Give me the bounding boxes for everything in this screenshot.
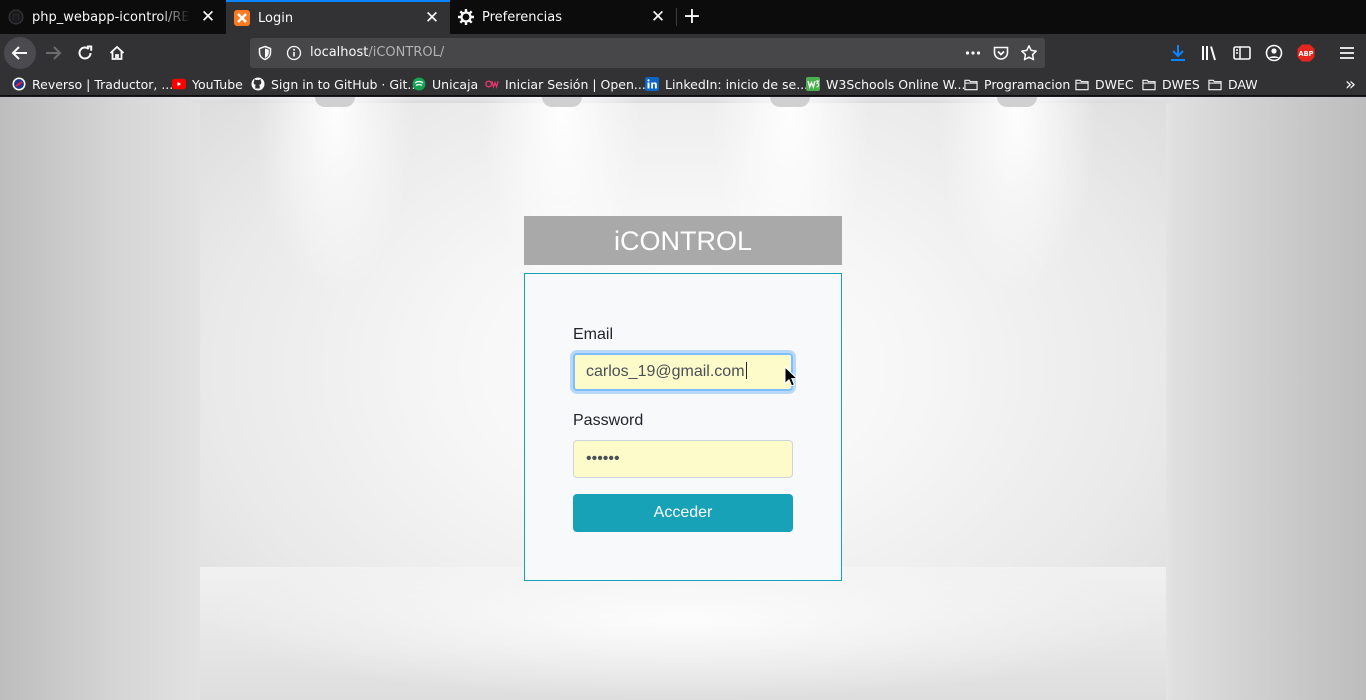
background-floor [200, 567, 1166, 700]
tab-title: php_webapp-icontrol/README.md [32, 9, 190, 25]
close-icon[interactable]: ✕ [422, 8, 442, 28]
arrow-left-icon [11, 46, 27, 60]
bookmark-linkedin[interactable]: LinkedIn: inicio de se... [645, 75, 808, 93]
email-label: Email [573, 326, 614, 343]
youtube-icon [172, 77, 186, 91]
spotlight-decoration [255, 97, 415, 297]
tab-readme[interactable]: php_webapp-icontrol/README.md ✕ [0, 0, 226, 34]
bookmark-label: Programacion [984, 76, 1071, 92]
bookmark-unicaja[interactable]: Unicaja [412, 75, 478, 93]
shield-icon[interactable] [257, 45, 273, 61]
bookmarks-toolbar: Reverso | Traductor, ... YouTube Sign in… [0, 72, 1366, 96]
bookmark-youtube[interactable]: YouTube [172, 75, 243, 93]
bookmark-folder-programacion[interactable]: Programacion [964, 75, 1070, 93]
folder-icon [1142, 77, 1156, 91]
home-button[interactable] [102, 38, 132, 68]
bookmark-label: DWEC [1095, 76, 1134, 92]
openwebinars-icon [485, 77, 499, 91]
tab-preferencias[interactable]: Preferencias ✕ [450, 0, 676, 34]
unicaja-icon [412, 77, 426, 91]
reload-button[interactable] [70, 38, 100, 68]
xampp-icon [234, 10, 250, 26]
url-path: /iCONTROL/ [368, 45, 445, 60]
bookmark-label: DAW [1228, 76, 1258, 92]
spotlight-decoration [937, 97, 1097, 297]
tab-separator [676, 8, 677, 26]
password-label: Password [573, 412, 644, 429]
tab-login[interactable]: Login ✕ [226, 0, 450, 34]
reverso-icon [12, 77, 26, 91]
bookmark-label: Iniciar Sesión | Open... [505, 76, 646, 92]
more-actions-icon[interactable] [964, 44, 982, 62]
bookmark-label: W3Schools Online W... [826, 76, 966, 92]
text-caret [745, 362, 747, 379]
github-icon [8, 9, 24, 25]
folder-icon [964, 77, 978, 91]
w3schools-icon [806, 77, 820, 91]
sidebar-icon[interactable] [1232, 43, 1252, 63]
home-icon [109, 45, 125, 60]
github-icon [251, 77, 265, 91]
bookmark-label: LinkedIn: inicio de se... [665, 76, 809, 92]
url-host: localhost [310, 45, 369, 60]
mouse-pointer-icon [784, 366, 798, 387]
account-icon[interactable] [1264, 43, 1284, 63]
reload-icon [78, 45, 93, 60]
navigation-toolbar: localhost/iCONTROL/ ABP [0, 34, 1366, 72]
new-tab-button[interactable]: + [678, 3, 706, 31]
star-icon[interactable] [1020, 44, 1038, 62]
menu-icon[interactable] [1337, 43, 1357, 63]
spotlight-decoration [710, 97, 870, 297]
tab-title: Preferencias [482, 9, 563, 25]
bookmark-github[interactable]: Sign in to GitHub · Git... [251, 75, 419, 93]
forward-button[interactable] [38, 38, 68, 68]
chevron-more-icon[interactable]: » [1345, 74, 1356, 95]
app-title: iCONTROL [524, 216, 842, 265]
email-field[interactable]: carlos_19@gmail.com [573, 353, 793, 391]
back-button[interactable] [4, 37, 36, 69]
folder-icon [1075, 77, 1089, 91]
url-text[interactable]: localhost/iCONTROL/ [310, 45, 444, 60]
close-icon[interactable]: ✕ [648, 7, 668, 27]
tab-strip: php_webapp-icontrol/README.md ✕ Login ✕ … [0, 0, 1366, 34]
bookmark-folder-dwec[interactable]: DWEC [1075, 75, 1134, 93]
bookmark-reverso[interactable]: Reverso | Traductor, ... [12, 75, 173, 93]
info-icon[interactable] [286, 45, 302, 61]
bookmark-label: YouTube [192, 76, 243, 92]
password-value: •••••• [586, 450, 620, 467]
email-value: carlos_19@gmail.com [586, 363, 745, 380]
linkedin-icon [645, 77, 659, 91]
gear-icon [458, 9, 474, 25]
folder-icon [1208, 77, 1222, 91]
bookmark-label: Unicaja [432, 76, 479, 92]
login-form: Email carlos_19@gmail.com Password •••••… [524, 273, 842, 581]
page-viewport: iCONTROL Email carlos_19@gmail.com Passw… [0, 97, 1366, 700]
download-icon[interactable] [1168, 43, 1188, 63]
adblock-plus-icon[interactable]: ABP [1296, 43, 1316, 63]
spotlight-decoration [482, 97, 642, 297]
tab-title: Login [258, 10, 294, 26]
close-icon[interactable]: ✕ [198, 7, 218, 27]
bookmark-label: DWES [1162, 76, 1200, 92]
submit-button[interactable]: Acceder [573, 494, 793, 532]
password-field[interactable]: •••••• [573, 440, 793, 478]
url-bar[interactable]: localhost/iCONTROL/ [250, 38, 1045, 68]
bookmark-w3schools[interactable]: W3Schools Online W... [806, 75, 965, 93]
bookmark-folder-daw[interactable]: DAW [1208, 75, 1258, 93]
bookmark-folder-dwes[interactable]: DWES [1142, 75, 1200, 93]
bookmark-label: Sign in to GitHub · Git... [271, 76, 420, 92]
library-icon[interactable] [1200, 43, 1220, 63]
arrow-right-icon [46, 46, 62, 60]
pocket-icon[interactable] [992, 44, 1010, 62]
bookmark-openwebinars[interactable]: Iniciar Sesión | Open... [485, 75, 646, 93]
bookmark-label: Reverso | Traductor, ... [32, 76, 174, 92]
svg-text:ABP: ABP [1299, 50, 1314, 58]
